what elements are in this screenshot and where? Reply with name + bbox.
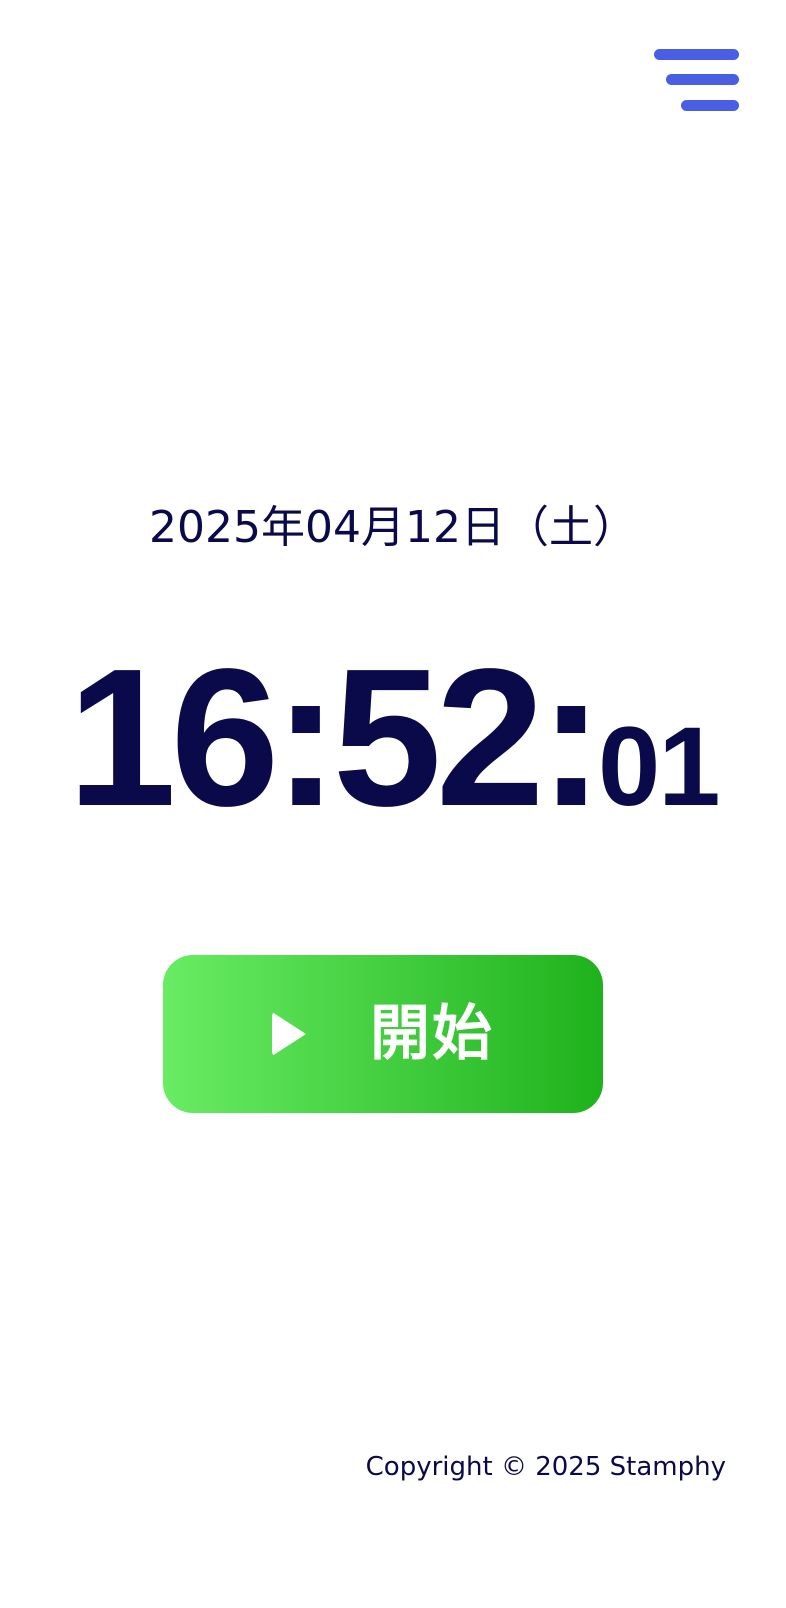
start-button-label: 開始: [370, 999, 494, 1069]
hamburger-menu-icon-bar-middle: [666, 74, 739, 85]
copyright-notice: Copyright © 2025 Stamphy: [365, 1452, 726, 1482]
start-button[interactable]: 開始: [163, 955, 603, 1113]
play-icon: [272, 1012, 306, 1056]
hamburger-menu-icon-bar-bottom: [681, 100, 739, 111]
current-time: 16:52:01: [0, 640, 786, 836]
time-seconds: 01: [597, 704, 721, 829]
hamburger-menu-icon-bar-top: [654, 49, 739, 60]
menu-button[interactable]: [648, 44, 744, 116]
current-date: 2025年04月12日（土）: [149, 502, 637, 553]
time-hours-minutes: 16:52:: [67, 628, 604, 847]
